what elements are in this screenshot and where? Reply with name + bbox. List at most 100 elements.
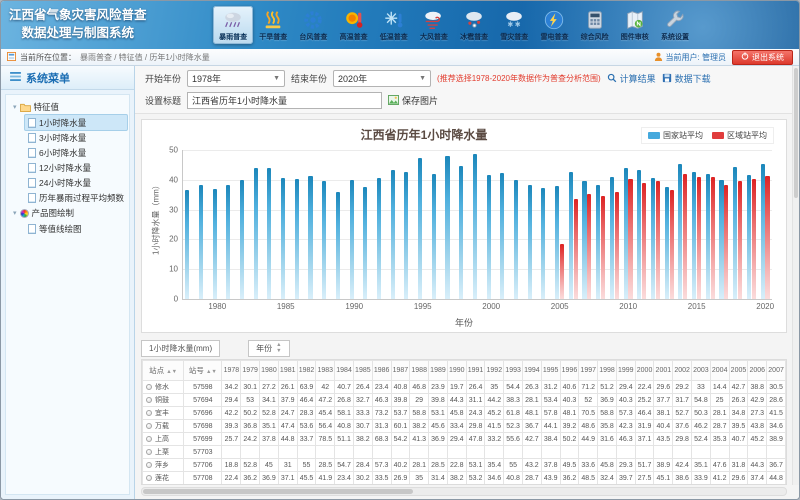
tree-item[interactable]: 1小时降水量: [25, 115, 127, 130]
tree-item[interactable]: 24小时降水量: [25, 175, 127, 190]
station-name-cell[interactable]: 宜丰: [143, 407, 184, 420]
logout-button[interactable]: 退出系统: [732, 50, 793, 65]
legend-regional[interactable]: 区域站平均: [712, 130, 767, 141]
document-icon: [28, 178, 36, 188]
year-field-chip[interactable]: 年份▲▼: [248, 340, 289, 357]
toolbar-item-wind[interactable]: 大风普查: [414, 6, 454, 44]
toolbar-item-label: 图件审核: [621, 32, 649, 42]
table-row[interactable]: 铜鼓5769429.45334.137.946.447.226.832.746.…: [143, 394, 786, 407]
table-row[interactable]: 上栗57703: [143, 446, 786, 459]
value-cell: 38.9: [767, 433, 786, 446]
toolbar-item-label: 冰雹普查: [460, 32, 488, 42]
value-cell: 46.3: [372, 394, 391, 407]
horizontal-scrollbar-thumb[interactable]: [143, 489, 413, 494]
table-row[interactable]: 莲花5770822.436.236.937.145.541.923.430.23…: [143, 472, 786, 485]
table-row[interactable]: 上高5769925.724.237.844.833.778.551.138.26…: [143, 433, 786, 446]
value-cell: 35.1: [692, 459, 711, 472]
tree-node[interactable]: ▾特征值: [8, 99, 127, 115]
value-cell: 43.2: [522, 459, 541, 472]
toolbar-item-typhoon[interactable]: 台风普查: [293, 6, 333, 44]
tree-node[interactable]: ▾产品图绘制: [8, 205, 127, 221]
value-cell: 28.7: [522, 472, 541, 485]
radio-icon[interactable]: [146, 397, 152, 403]
document-icon: [28, 118, 36, 128]
value-cell: [391, 446, 410, 459]
bar-national: [528, 185, 532, 299]
bar-national: [582, 181, 586, 299]
toolbar-item-map[interactable]: 图件审核: [615, 6, 655, 44]
station-name-cell[interactable]: 上栗: [143, 446, 184, 459]
table-row[interactable]: 万载5769839.336.835.147.453.656.440.830.73…: [143, 420, 786, 433]
bar-regional: [724, 185, 728, 299]
toolbar-item-risk[interactable]: 综合风险: [575, 6, 615, 44]
toolbar-item-lowtemp[interactable]: 低温普查: [374, 6, 414, 44]
value-cell: 53.1: [429, 407, 448, 420]
value-cell: 29.2: [673, 381, 692, 394]
value-cell: 29.6: [654, 381, 673, 394]
station-name-cell[interactable]: 分宜: [143, 485, 184, 486]
chart-title-input[interactable]: 江西省历年1小时降水量: [187, 92, 382, 109]
tree-node-label: 产品图绘制: [32, 207, 75, 219]
radio-icon[interactable]: [146, 384, 152, 390]
radio-icon[interactable]: [146, 436, 152, 442]
sort-icons[interactable]: ▲▼: [276, 343, 281, 354]
data-download-link[interactable]: 数据下载: [662, 72, 711, 85]
value-cell: 28.1: [522, 394, 541, 407]
toolbar-item-settings[interactable]: 系统设置: [655, 6, 695, 44]
tree-item[interactable]: 历年暴雨过程平均频数: [25, 190, 127, 205]
table-row[interactable]: 萍乡5770618.852.845315528.554.728.457.340.…: [143, 459, 786, 472]
chart-panel: 江西省历年1小时降水量 国家站平均 区域站平均 1小时降水量（mm） 01020…: [141, 119, 787, 333]
toolbar-item-rain[interactable]: 暴雨普查: [213, 6, 253, 44]
vertical-scrollbar[interactable]: [792, 66, 799, 485]
vertical-scrollbar-thumb[interactable]: [794, 68, 798, 198]
value-cell: 31.7: [673, 394, 692, 407]
year-column-header: 1988: [410, 361, 429, 381]
calc-result-link[interactable]: 计算结果: [607, 72, 656, 85]
value-cell: 35: [410, 472, 429, 485]
horizontal-scrollbar[interactable]: [141, 487, 787, 496]
station-name-cell[interactable]: 铜鼓: [143, 394, 184, 407]
bar-national: [665, 187, 669, 299]
table-row[interactable]: 修水5759834.230.127.226.163.94240.726.423.…: [143, 381, 786, 394]
station-name-cell[interactable]: 上高: [143, 433, 184, 446]
station-name-cell[interactable]: 修水: [143, 381, 184, 394]
toolbar-item-drought[interactable]: 干旱普查: [253, 6, 293, 44]
year-column-header: 2004: [710, 361, 729, 381]
toolbar-item-hightemp[interactable]: 高温普查: [334, 6, 374, 44]
end-year-select[interactable]: 2020年▼: [333, 70, 431, 87]
radio-icon[interactable]: [146, 423, 152, 429]
toolbar-item-lightning[interactable]: 雷电普查: [534, 6, 574, 44]
end-year-label: 结束年份: [291, 72, 327, 85]
value-cell: [485, 446, 504, 459]
radio-icon[interactable]: [146, 462, 152, 468]
value-cell: 40.3: [616, 394, 635, 407]
station-id-column-header[interactable]: 站号 ▲▼: [184, 361, 222, 381]
legend-national[interactable]: 国家站平均: [648, 130, 703, 141]
bar-national: [199, 185, 203, 299]
start-year-select[interactable]: 1978年▼: [187, 70, 285, 87]
toolbar-item-snow[interactable]: 雪灾普查: [494, 6, 534, 44]
radio-icon[interactable]: [146, 475, 152, 481]
value-cell: 47.6: [710, 459, 729, 472]
tree-item[interactable]: 6小时降水量: [25, 145, 127, 160]
tree-item[interactable]: 3小时降水量: [25, 130, 127, 145]
data-grid-wrap[interactable]: 站点 ▲▼站号 ▲▼197819791980198119821983198419…: [141, 359, 787, 485]
table-row[interactable]: 分宜5779323.938.518.562.521.445.852.847.85…: [143, 485, 786, 486]
value-cell: 28.5: [316, 459, 335, 472]
station-name-cell[interactable]: 莲花: [143, 472, 184, 485]
station-name-cell[interactable]: 萍乡: [143, 459, 184, 472]
tree-item[interactable]: 12小时降水量: [25, 160, 127, 175]
save-image-link[interactable]: 保存图片: [388, 94, 438, 107]
toolbar-item-hail[interactable]: 冰雹普查: [454, 6, 494, 44]
station-column-header[interactable]: 站点 ▲▼: [143, 361, 184, 381]
value-cell: 45.1: [654, 472, 673, 485]
breadcrumb-path[interactable]: 暴雨普查 / 特征值 / 历年1小时降水量: [80, 52, 210, 63]
app-window: 江西省气象灾害风险普查 数据处理与制图系统 暴雨普查干旱普查台风普查高温普查低温…: [0, 0, 800, 500]
year-column-header: 1980: [260, 361, 279, 381]
radio-icon[interactable]: [146, 449, 152, 455]
measure-chip[interactable]: 1小时降水量(mm): [141, 340, 220, 357]
tree-item[interactable]: 等值线绘图: [25, 221, 127, 236]
station-name-cell[interactable]: 万载: [143, 420, 184, 433]
table-row[interactable]: 宜丰5769642.250.252.824.728.345.458.133.37…: [143, 407, 786, 420]
radio-icon[interactable]: [146, 410, 152, 416]
